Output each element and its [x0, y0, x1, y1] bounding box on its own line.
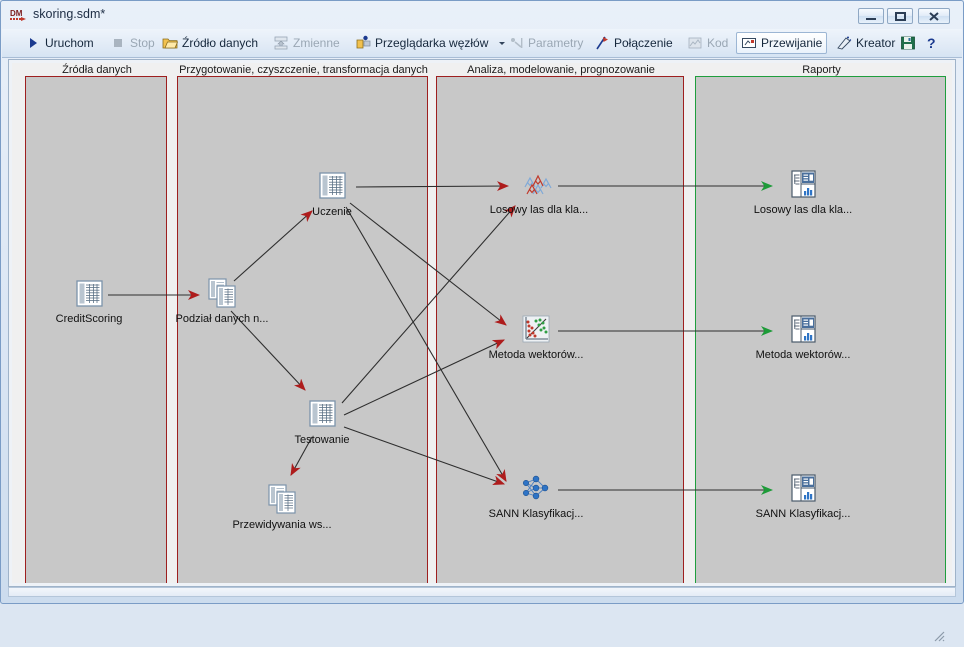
- node-predictions[interactable]: Przewidywania ws...: [222, 482, 342, 531]
- maximize-button[interactable]: [887, 8, 913, 24]
- toolbar-node-browser-label: Przeglądarka węzłów: [375, 36, 489, 50]
- split-docs-icon: [205, 276, 239, 310]
- toolbar-pan-button[interactable]: Przewijanie: [736, 32, 828, 54]
- node-random-forest-label: Losowy las dla kla...: [489, 204, 589, 216]
- toolbar-variables-label: Zmienne: [293, 36, 340, 50]
- toolbar-data-source-button[interactable]: Źródło danych: [157, 32, 263, 54]
- report-icon: [786, 312, 820, 346]
- panel-preparation-title: Przygotowanie, czyszczenie, transformacj…: [179, 64, 428, 76]
- status-bar: [8, 587, 956, 597]
- toolbar-variables-button[interactable]: Zmienne: [268, 32, 345, 54]
- toolbar-stop-label: Stop: [130, 36, 155, 50]
- toolbar-wizard-button[interactable]: Kreator: [831, 32, 900, 54]
- panel-analysis-title: Analiza, modelowanie, prognozowanie: [467, 64, 655, 76]
- toolbar-data-source-label: Źródło danych: [182, 36, 259, 50]
- node-predictions-label: Przewidywania ws...: [232, 519, 332, 531]
- node-report-svm-label: Metoda wektorów...: [755, 349, 851, 361]
- node-report-sann[interactable]: SANN Klasyfikacj...: [743, 471, 863, 520]
- node-sann[interactable]: SANN Klasyfikacj...: [476, 471, 596, 520]
- svm-scatter-icon: [519, 312, 553, 346]
- title-bar[interactable]: DM skoring.sdm*: [1, 1, 963, 29]
- report-icon: [786, 471, 820, 505]
- node-random-forest[interactable]: Losowy las dla kla...: [479, 167, 599, 216]
- node-report-sann-label: SANN Klasyfikacj...: [755, 508, 851, 520]
- toolbar-run-label: Uruchom: [45, 36, 94, 50]
- panel-sources[interactable]: Źródła danych: [25, 64, 167, 583]
- dm-logo-icon: DM: [10, 7, 28, 24]
- node-credit-scoring[interactable]: CreditScoring: [29, 276, 149, 325]
- window-title: skoring.sdm*: [33, 7, 106, 21]
- pan-icon: [741, 35, 757, 51]
- toolbar-node-browser-button[interactable]: Przeglądarka węzłów: [350, 32, 511, 54]
- wizard-icon: [836, 35, 852, 51]
- help-icon: ?: [924, 35, 940, 51]
- panel-reports-title: Raporty: [802, 64, 841, 76]
- svg-text:DM: DM: [10, 9, 23, 18]
- toolbar-connection-button[interactable]: Połączenie: [589, 32, 678, 54]
- toolbar-pan-label: Przewijanie: [761, 36, 823, 50]
- workflow-canvas[interactable]: Źródła danych Przygotowanie, czyszczenie…: [12, 63, 952, 583]
- spreadsheet-icon: [72, 276, 106, 310]
- variables-icon: [273, 35, 289, 51]
- toolbar-save-button[interactable]: [895, 32, 921, 54]
- minimize-button[interactable]: [858, 8, 884, 24]
- toolbar-stop-button[interactable]: Stop: [105, 32, 160, 54]
- stop-icon: [110, 35, 126, 51]
- toolbar-code-label: Kod: [707, 36, 729, 50]
- random-forest-icon: [522, 167, 556, 201]
- open-folder-icon: [162, 35, 179, 51]
- node-report-svm[interactable]: Metoda wektorów...: [743, 312, 863, 361]
- save-icon: [900, 35, 916, 51]
- node-training-label: Uczenie: [312, 206, 352, 218]
- node-svm[interactable]: Metoda wektorów...: [476, 312, 596, 361]
- play-icon: [25, 35, 41, 51]
- toolbar-connection-label: Połączenie: [614, 36, 673, 50]
- toolbar-run-button[interactable]: Uruchom: [20, 32, 99, 54]
- connection-icon: [594, 35, 610, 51]
- toolbar-parameters-button[interactable]: Parametry: [503, 32, 588, 54]
- workflow-canvas-container[interactable]: Źródła danych Przygotowanie, czyszczenie…: [8, 59, 956, 642]
- report-icon: [786, 167, 820, 201]
- neural-net-icon: [519, 471, 553, 505]
- node-credit-scoring-label: CreditScoring: [55, 313, 123, 325]
- close-button[interactable]: [918, 8, 950, 24]
- node-testing[interactable]: Testowanie: [262, 397, 382, 446]
- application-window: DM skoring.sdm* Uruchom Stop Źródło dany…: [0, 0, 964, 642]
- node-sann-label: SANN Klasyfikacj...: [488, 508, 584, 520]
- toolbar-parameters-label: Parametry: [528, 36, 584, 50]
- parameters-icon: [508, 35, 524, 51]
- spreadsheet-icon: [305, 397, 339, 431]
- code-icon: [687, 35, 703, 51]
- node-svm-label: Metoda wektorów...: [488, 349, 584, 361]
- node-report-forest-label: Losowy las dla kla...: [753, 204, 853, 216]
- node-training[interactable]: Uczenie: [272, 169, 392, 218]
- svg-text:?: ?: [927, 35, 936, 51]
- node-data-split[interactable]: Podział danych n...: [162, 276, 282, 325]
- main-toolbar: Uruchom Stop Źródło danych Zmienne Przeg…: [2, 29, 962, 58]
- node-data-split-label: Podział danych n...: [175, 313, 269, 325]
- node-report-forest[interactable]: Losowy las dla kla...: [743, 167, 863, 216]
- toolbar-wizard-label: Kreator: [856, 36, 896, 50]
- split-docs-icon: [265, 482, 299, 516]
- panel-sources-title: Źródła danych: [62, 64, 132, 76]
- spreadsheet-icon: [315, 169, 349, 203]
- resize-grip[interactable]: [931, 628, 945, 642]
- toolbar-code-button[interactable]: Kod: [682, 32, 733, 54]
- toolbar-help-button[interactable]: ?: [919, 32, 945, 54]
- node-testing-label: Testowanie: [294, 434, 350, 446]
- node-browser-icon: [355, 35, 371, 51]
